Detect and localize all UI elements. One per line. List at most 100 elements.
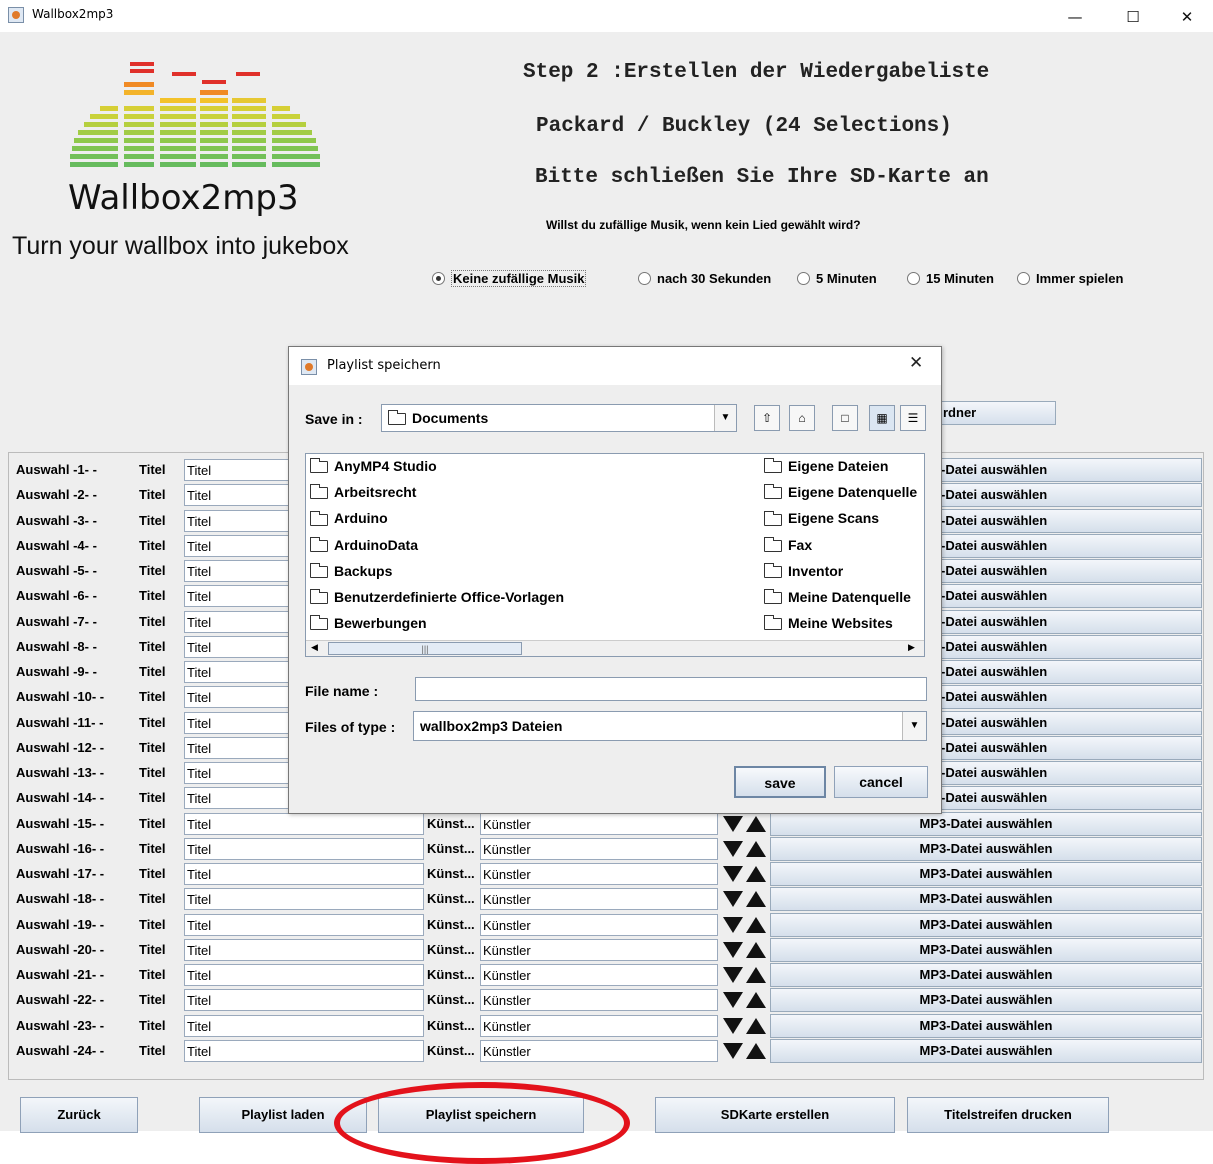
back-button[interactable]: Zurück	[20, 1097, 138, 1133]
create-sd-card-button[interactable]: SDKarte erstellen	[655, 1097, 895, 1133]
title-input[interactable]: Titel	[184, 1039, 424, 1062]
move-down-icon[interactable]	[723, 1042, 743, 1059]
move-down-icon[interactable]	[723, 941, 743, 958]
title-label: Titel	[139, 765, 166, 780]
folder-list-item[interactable]: Eigene Scans	[764, 510, 924, 526]
save-in-value: Documents	[412, 410, 489, 426]
artist-input[interactable]: Künstler	[480, 812, 718, 835]
title-input[interactable]: Titel	[184, 888, 424, 911]
file-name-input[interactable]	[415, 677, 927, 701]
move-up-icon[interactable]	[746, 992, 766, 1009]
radio-15-minutes[interactable]: 15 Minuten	[907, 266, 994, 290]
move-down-icon[interactable]	[723, 916, 743, 933]
radio-30-seconds[interactable]: nach 30 Sekunden	[638, 266, 771, 290]
horizontal-scrollbar[interactable]: ◀ ||| ▶	[306, 640, 924, 656]
title-label: Titel	[139, 613, 166, 629]
maximize-button[interactable]: ☐	[1110, 4, 1156, 30]
table-row: Auswahl -16- - Titel Titel Künst... Künstler…	[8, 836, 1208, 861]
artist-input[interactable]: Künstler	[480, 888, 718, 911]
radio-5-minutes[interactable]: 5 Minuten	[797, 266, 877, 290]
scroll-thumb[interactable]: |||	[328, 642, 522, 655]
save-in-dropdown[interactable]: Documents ▼	[381, 404, 737, 432]
minimize-button[interactable]: —	[1052, 4, 1098, 30]
select-mp3-button[interactable]: MP3-Datei auswählen	[770, 862, 1202, 886]
move-up-icon[interactable]	[746, 840, 766, 857]
artist-input[interactable]: Künstler	[480, 913, 718, 936]
folder-list-item[interactable]: Inventor	[764, 563, 924, 579]
file-list[interactable]: AnyMP4 Studio Arbeitsrecht Arduino ArduinoD…	[305, 453, 925, 657]
folder-list-item[interactable]: Meine Datenquelle	[764, 589, 924, 605]
list-view-icon[interactable]: ▦	[869, 405, 895, 431]
folder-list-item[interactable]: Backups	[310, 563, 392, 579]
select-mp3-button[interactable]: MP3-Datei auswählen	[770, 988, 1202, 1013]
move-down-icon[interactable]	[723, 967, 743, 983]
folder-list-item[interactable]: Meine Websites	[764, 615, 924, 631]
selection-label: Auswahl -21- -	[16, 967, 105, 982]
title-input[interactable]: Titel	[184, 837, 424, 860]
move-down-icon[interactable]	[723, 866, 743, 882]
radio-always-play[interactable]: Immer spielen	[1017, 266, 1123, 290]
artist-input[interactable]: Künstler	[480, 964, 718, 986]
print-title-strips-button[interactable]: Titelstreifen drucken	[907, 1097, 1109, 1133]
move-down-icon[interactable]	[723, 1017, 743, 1034]
move-up-icon[interactable]	[746, 1017, 766, 1034]
details-view-icon[interactable]: ☰	[900, 405, 926, 431]
dialog-save-button[interactable]: save	[734, 766, 826, 798]
artist-input[interactable]: Künstler	[480, 1039, 718, 1062]
scroll-left-icon[interactable]: ◀	[311, 642, 318, 653]
title-input[interactable]: Titel	[184, 913, 424, 936]
folder-list-item[interactable]: Fax	[764, 537, 924, 553]
new-folder-icon[interactable]: □	[832, 405, 858, 431]
select-mp3-button[interactable]: MP3-Datei auswählen	[770, 887, 1202, 912]
artist-input[interactable]: Künstler	[480, 1014, 718, 1037]
move-down-icon[interactable]	[723, 815, 743, 832]
artist-input[interactable]: Künstler	[480, 938, 718, 961]
artist-input[interactable]: Künstler	[480, 837, 718, 860]
move-up-icon[interactable]	[746, 866, 766, 882]
folder-list-item[interactable]: AnyMP4 Studio	[310, 458, 437, 474]
radio-no-random[interactable]: Keine zufällige Musik	[432, 266, 587, 290]
home-icon[interactable]: ⌂	[789, 405, 815, 431]
folder-list-item[interactable]: Eigene Datenquelle	[764, 484, 924, 500]
move-up-icon[interactable]	[746, 967, 766, 983]
move-up-icon[interactable]	[746, 815, 766, 832]
dialog-cancel-button[interactable]: cancel	[834, 766, 928, 798]
logo-name: Wallbox2mp3	[68, 178, 299, 218]
move-down-icon[interactable]	[723, 891, 743, 908]
select-mp3-button[interactable]: MP3-Datei auswählen	[770, 811, 1202, 836]
select-mp3-button[interactable]: MP3-Datei auswählen	[770, 1013, 1202, 1038]
file-type-dropdown[interactable]: wallbox2mp3 Dateien ▼	[413, 711, 927, 741]
artist-input[interactable]: Künstler	[480, 863, 718, 885]
up-folder-icon[interactable]: ⇧	[754, 405, 780, 431]
folder-list-item[interactable]: Arbeitsrecht	[310, 484, 416, 500]
folder-list-item[interactable]: Eigene Dateien	[764, 458, 924, 474]
radio-icon	[1017, 271, 1030, 285]
artist-input[interactable]: Künstler	[480, 989, 718, 1012]
select-mp3-button[interactable]: MP3-Datei auswählen	[770, 963, 1202, 987]
move-down-icon[interactable]	[723, 992, 743, 1009]
move-down-icon[interactable]	[723, 840, 743, 857]
move-up-icon[interactable]	[746, 891, 766, 908]
title-input[interactable]: Titel	[184, 863, 424, 885]
title-input[interactable]: Titel	[184, 938, 424, 961]
move-up-icon[interactable]	[746, 941, 766, 958]
save-playlist-dialog: Playlist speichern ✕ Save in : Documents…	[288, 346, 942, 814]
folder-list-item[interactable]: Arduino	[310, 510, 388, 526]
title-input[interactable]: Titel	[184, 812, 424, 835]
dialog-close-button[interactable]: ✕	[909, 353, 923, 373]
select-mp3-button[interactable]: MP3-Datei auswählen	[770, 912, 1202, 937]
scroll-right-icon[interactable]: ▶	[908, 642, 915, 653]
select-mp3-button[interactable]: MP3-Datei auswählen	[770, 937, 1202, 962]
title-input[interactable]: Titel	[184, 989, 424, 1012]
folder-list-item[interactable]: Bewerbungen	[310, 615, 427, 631]
folder-list-item[interactable]: Benutzerdefinierte Office-Vorlagen	[310, 589, 564, 605]
move-up-icon[interactable]	[746, 916, 766, 933]
title-input[interactable]: Titel	[184, 1014, 424, 1037]
title-input[interactable]: Titel	[184, 964, 424, 986]
move-up-icon[interactable]	[746, 1042, 766, 1059]
select-mp3-button[interactable]: MP3-Datei auswählen	[770, 836, 1202, 861]
radio-icon	[907, 271, 920, 285]
close-button[interactable]: ✕	[1164, 4, 1210, 30]
folder-list-item[interactable]: ArduinoData	[310, 537, 418, 553]
select-mp3-button[interactable]: MP3-Datei auswählen	[770, 1038, 1202, 1063]
